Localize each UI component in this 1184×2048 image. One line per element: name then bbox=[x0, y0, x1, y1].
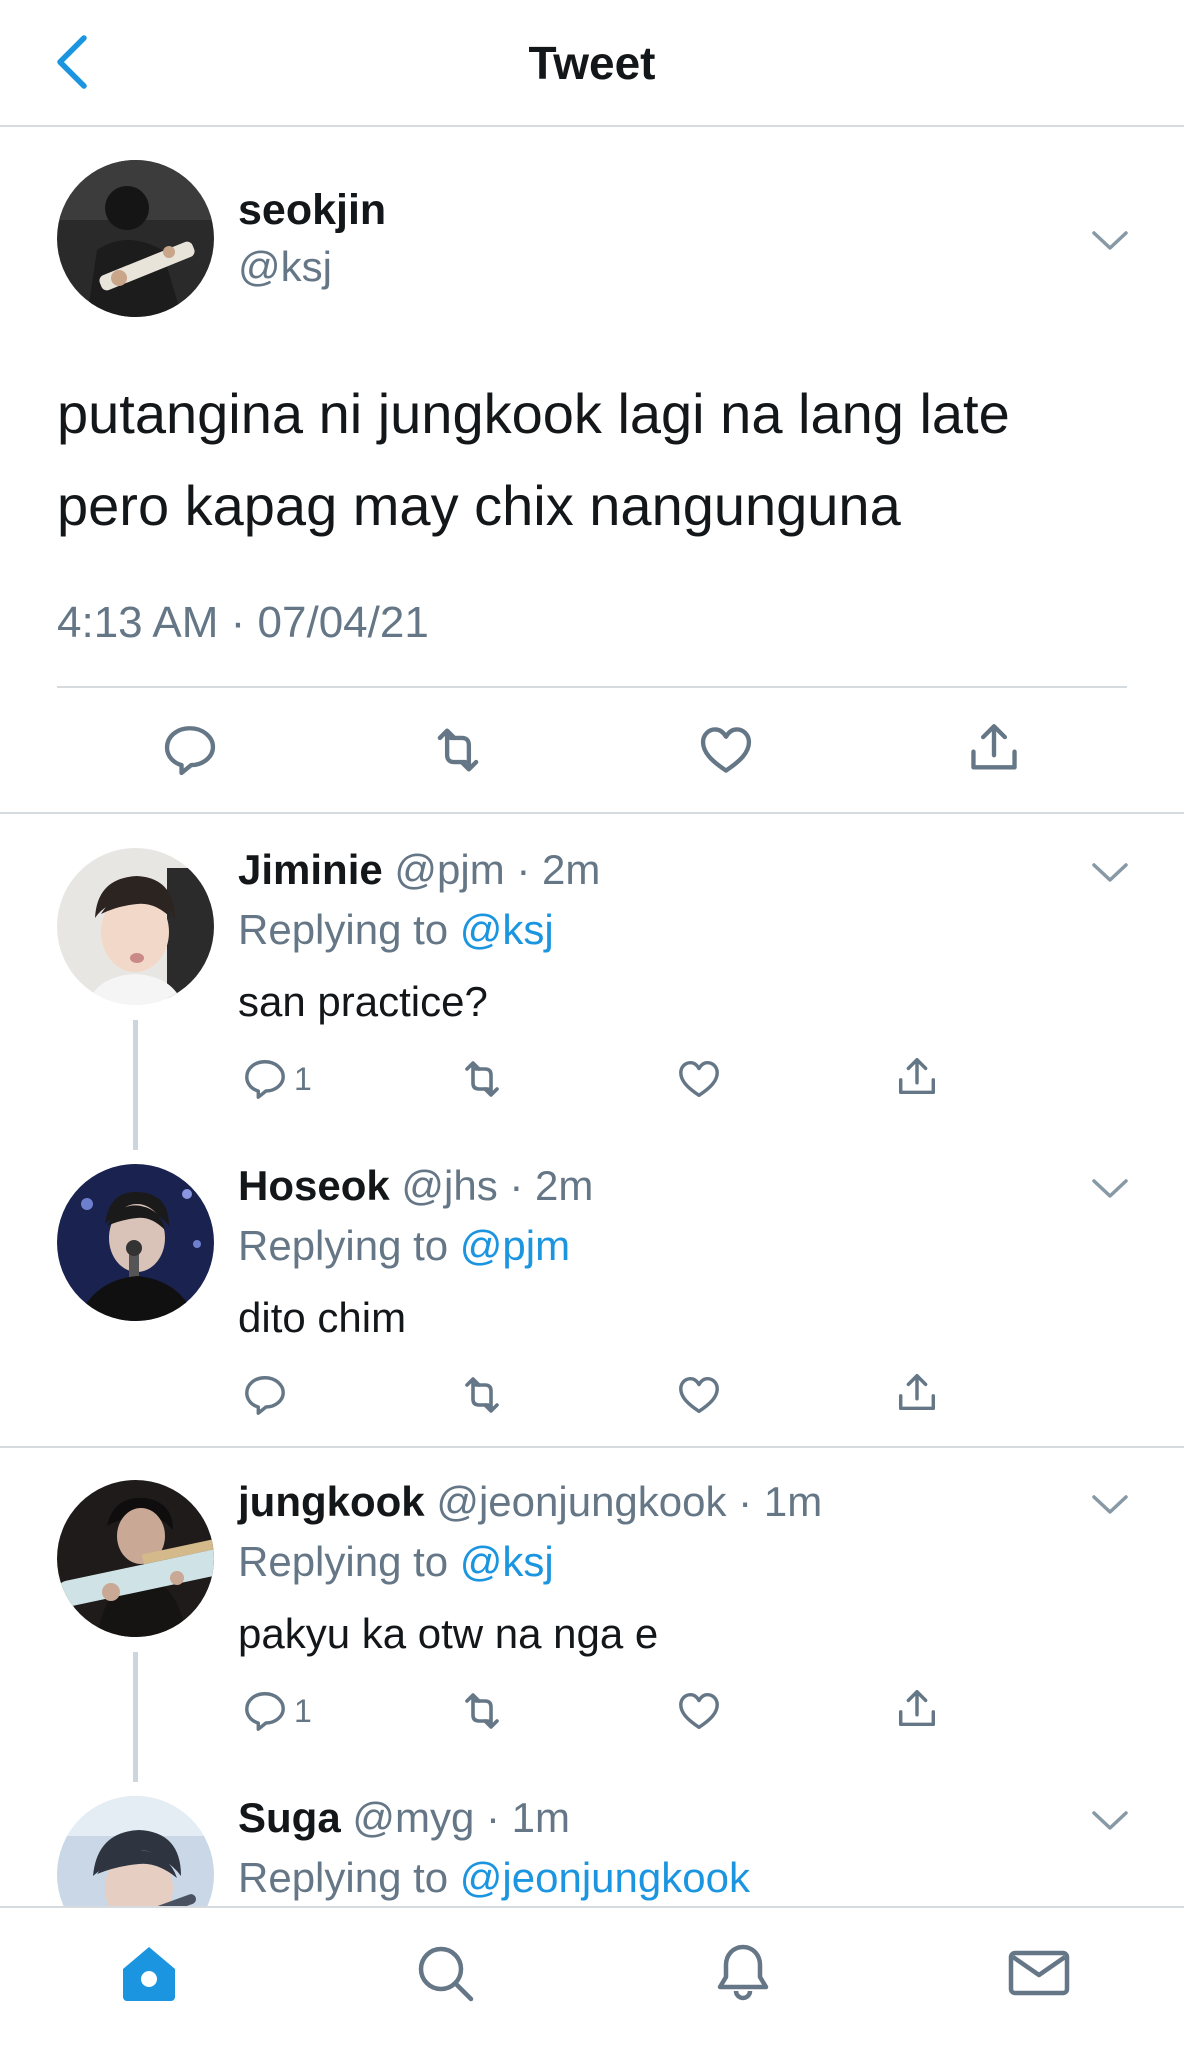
like-button[interactable] bbox=[676, 1054, 722, 1104]
search-icon bbox=[418, 1946, 474, 2002]
reply-count: 1 bbox=[294, 1692, 312, 1729]
author-name[interactable]: Suga bbox=[238, 1794, 341, 1841]
author-name[interactable]: seokjin bbox=[238, 186, 386, 235]
mention-link[interactable]: @jeonjungkook bbox=[460, 1854, 750, 1901]
share-button[interactable] bbox=[964, 718, 1024, 778]
tweet-text-line: pero kapag may chix nangunguna bbox=[57, 474, 901, 537]
reply-count: 1 bbox=[294, 1060, 312, 1097]
chevron-down-icon[interactable] bbox=[1090, 226, 1130, 254]
chevron-down-icon[interactable] bbox=[1090, 1806, 1130, 1834]
author-name[interactable]: Jiminie bbox=[238, 846, 383, 893]
reply-button[interactable]: 1 bbox=[242, 1054, 312, 1104]
retweet-icon bbox=[429, 721, 487, 779]
author-handle-time: @myg · 1m bbox=[352, 1794, 571, 1841]
heart-icon bbox=[676, 1688, 722, 1734]
speech-bubble-icon bbox=[242, 1372, 288, 1418]
retweet-icon bbox=[458, 1055, 506, 1103]
like-button[interactable] bbox=[676, 1686, 722, 1736]
share-icon bbox=[965, 719, 1023, 777]
page-title: Tweet bbox=[528, 37, 656, 89]
replying-to: Replying to @ksj bbox=[238, 906, 554, 954]
author-handle-time: @jeonjungkook · 1m bbox=[436, 1478, 823, 1525]
share-icon bbox=[894, 1370, 940, 1416]
tweet-text: putangina ni jungkook lagi na lang late … bbox=[57, 368, 1137, 552]
tab-messages[interactable] bbox=[1004, 1938, 1074, 2008]
replying-to-label: Replying to bbox=[238, 1538, 449, 1585]
retweet-button[interactable] bbox=[458, 1686, 506, 1736]
replying-to: Replying to @ksj bbox=[238, 1538, 554, 1586]
retweet-button[interactable] bbox=[458, 1370, 506, 1420]
like-button[interactable] bbox=[696, 720, 756, 780]
author-name[interactable]: Hoseok bbox=[238, 1162, 390, 1209]
share-button[interactable] bbox=[894, 1684, 940, 1734]
tab-home[interactable] bbox=[114, 1938, 184, 2008]
top-bar: Tweet bbox=[0, 0, 1184, 127]
bottom-tab-bar bbox=[0, 1906, 1184, 2048]
reply-button[interactable] bbox=[160, 720, 220, 780]
reply-header: Hoseok @jhs · 2m bbox=[238, 1162, 593, 1210]
like-button[interactable] bbox=[676, 1370, 722, 1420]
heart-icon bbox=[697, 721, 755, 779]
avatar[interactable] bbox=[57, 1480, 214, 1637]
share-icon bbox=[894, 1054, 940, 1100]
bell-icon bbox=[717, 1944, 769, 2001]
speech-bubble-icon bbox=[242, 1056, 288, 1102]
home-icon bbox=[123, 1947, 175, 2001]
tweet-text-line: putangina ni jungkook lagi na lang late bbox=[57, 382, 1010, 445]
tweet-timestamp: 4:13 AM · 07/04/21 bbox=[57, 598, 429, 647]
reply-header: jungkook @jeonjungkook · 1m bbox=[238, 1478, 822, 1526]
replying-to-label: Replying to bbox=[238, 1222, 449, 1269]
avatar[interactable] bbox=[57, 848, 214, 1005]
share-icon bbox=[894, 1686, 940, 1732]
mail-icon bbox=[1008, 1950, 1070, 1996]
reply-button[interactable] bbox=[242, 1370, 288, 1420]
reply-text: dito chim bbox=[238, 1294, 407, 1341]
share-button[interactable] bbox=[894, 1368, 940, 1418]
mention-link[interactable]: @pjm bbox=[460, 1222, 570, 1269]
mention-link[interactable]: @ksj bbox=[460, 906, 554, 953]
tab-search[interactable] bbox=[410, 1938, 480, 2008]
replying-to: Replying to @jeonjungkook bbox=[238, 1854, 750, 1902]
speech-bubble-icon bbox=[242, 1688, 288, 1734]
chevron-down-icon[interactable] bbox=[1090, 1174, 1130, 1202]
reply-text: san practice? bbox=[238, 978, 488, 1025]
divider bbox=[0, 1446, 1184, 1448]
author-handle[interactable]: @ksj bbox=[238, 243, 332, 291]
heart-icon bbox=[676, 1056, 722, 1102]
retweet-icon bbox=[458, 1687, 506, 1735]
author-name[interactable]: jungkook bbox=[238, 1478, 425, 1525]
retweet-icon bbox=[458, 1371, 506, 1419]
heart-icon bbox=[676, 1372, 722, 1418]
reply-button[interactable]: 1 bbox=[242, 1686, 312, 1736]
divider bbox=[0, 812, 1184, 814]
reply-text: pakyu ka otw na nga e bbox=[238, 1610, 659, 1657]
speech-bubble-icon bbox=[161, 721, 219, 779]
divider bbox=[57, 686, 1127, 688]
replying-to-label: Replying to bbox=[238, 906, 449, 953]
chevron-down-icon[interactable] bbox=[1090, 858, 1130, 886]
share-button[interactable] bbox=[894, 1052, 940, 1102]
mention-link[interactable]: @ksj bbox=[460, 1538, 554, 1585]
chevron-down-icon[interactable] bbox=[1090, 1490, 1130, 1518]
avatar[interactable] bbox=[57, 1164, 214, 1321]
reply-header: Suga @myg · 1m bbox=[238, 1794, 570, 1842]
retweet-button[interactable] bbox=[428, 720, 488, 780]
replying-to: Replying to @pjm bbox=[238, 1222, 570, 1270]
replying-to-label: Replying to bbox=[238, 1854, 449, 1901]
author-handle-time: @pjm · 2m bbox=[394, 846, 601, 893]
tab-notifications[interactable] bbox=[708, 1938, 778, 2008]
thread-line bbox=[133, 1652, 138, 1782]
author-handle-time: @jhs · 2m bbox=[401, 1162, 594, 1209]
avatar[interactable] bbox=[57, 160, 214, 317]
thread-line bbox=[133, 1020, 138, 1150]
retweet-button[interactable] bbox=[458, 1054, 506, 1104]
reply-header: Jiminie @pjm · 2m bbox=[238, 846, 600, 894]
